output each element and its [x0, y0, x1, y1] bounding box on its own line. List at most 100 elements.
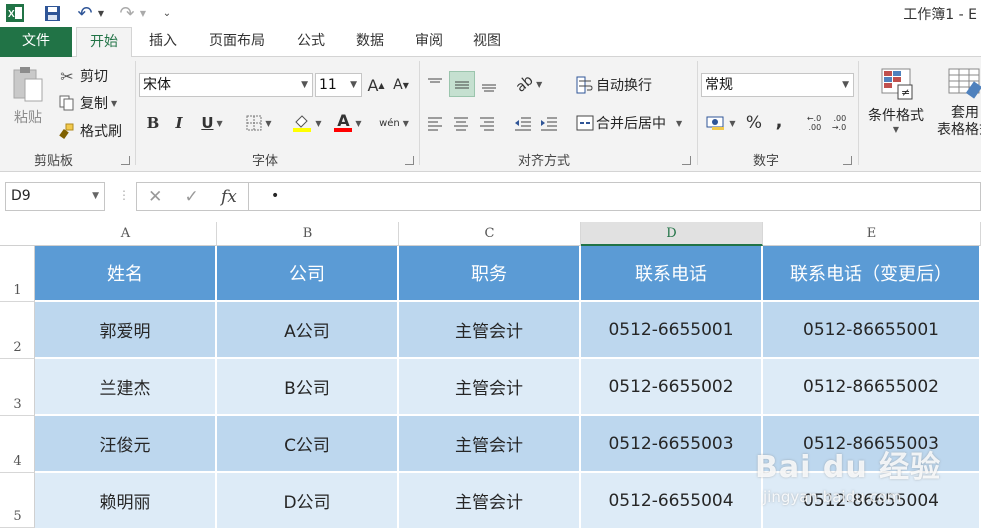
header-cell-phone-new[interactable]: 联系电话（变更后） [763, 246, 981, 302]
table-cell[interactable]: 主管会计 [399, 302, 581, 359]
currency-icon [706, 115, 726, 131]
row-header-4[interactable]: 4 [0, 416, 35, 473]
comma-style-button[interactable]: , [768, 109, 790, 133]
borders-button[interactable]: ▼ [241, 111, 277, 135]
cut-button[interactable]: ✂ 剪切 [56, 65, 108, 87]
increase-decimal-button[interactable]: ←.0 .00 [803, 111, 825, 135]
customize-toolbar-icon[interactable]: ⌄ [160, 3, 174, 23]
redo-dropdown-icon[interactable]: ▼ [138, 3, 148, 23]
header-cell-phone[interactable]: 联系电话 [581, 246, 763, 302]
align-middle-button[interactable] [449, 71, 475, 97]
decrease-decimal-button[interactable]: .00 →.0 [828, 111, 850, 135]
wrap-text-button[interactable]: 自动换行 [574, 73, 652, 97]
align-center-button[interactable] [449, 111, 473, 135]
tab-page-layout[interactable]: 页面布局 [198, 27, 276, 57]
number-format-select[interactable]: 常规 ▼ [701, 73, 854, 97]
group-divider [419, 61, 420, 165]
table-cell[interactable]: 0512-6655003 [581, 416, 763, 473]
wrap-text-icon [574, 76, 596, 94]
paste-button[interactable]: 粘贴 [8, 65, 48, 139]
header-cell-name[interactable]: 姓名 [35, 246, 217, 302]
percent-button[interactable]: % [743, 111, 765, 135]
font-color-button[interactable]: A ▼ [329, 111, 367, 135]
table-cell[interactable]: 0512-86655001 [763, 302, 981, 359]
align-right-button[interactable] [475, 111, 499, 135]
table-cell[interactable]: 兰建杰 [35, 359, 217, 416]
font-size-select[interactable]: 11 ▼ [315, 73, 362, 97]
align-top-button[interactable] [423, 71, 447, 97]
table-cell[interactable]: 赖明丽 [35, 473, 217, 528]
merge-center-button[interactable]: 合并后居中 ▼ [574, 111, 682, 135]
cancel-icon[interactable]: ✕ [148, 187, 162, 207]
table-cell[interactable]: D公司 [217, 473, 399, 528]
column-header-a[interactable]: A [35, 222, 217, 246]
header-cell-company[interactable]: 公司 [217, 246, 399, 302]
alignment-launcher-icon[interactable] [682, 156, 691, 165]
clipboard-launcher-icon[interactable] [121, 156, 130, 165]
redo-icon[interactable]: ↷ [116, 3, 138, 24]
table-cell[interactable]: 主管会计 [399, 473, 581, 528]
table-cell[interactable]: A公司 [217, 302, 399, 359]
table-cell[interactable]: 主管会计 [399, 416, 581, 473]
table-cell[interactable]: 0512-6655004 [581, 473, 763, 528]
conditional-format-button[interactable]: ≠ 条件格式 ▼ [862, 67, 930, 145]
tab-home[interactable]: 开始 [76, 27, 132, 58]
phonetic-button[interactable]: wén ▼ [375, 111, 413, 135]
tab-insert[interactable]: 插入 [138, 27, 188, 57]
orientation-button[interactable]: ab ▼ [511, 71, 547, 97]
table-cell[interactable]: 0512-6655002 [581, 359, 763, 416]
table-cell[interactable]: 主管会计 [399, 359, 581, 416]
table-cell[interactable]: B公司 [217, 359, 399, 416]
tab-formulas[interactable]: 公式 [286, 27, 336, 57]
decrease-indent-button[interactable] [511, 111, 535, 135]
tab-review[interactable]: 审阅 [404, 27, 454, 57]
chevron-down-icon[interactable]: ▼ [676, 119, 682, 128]
tab-data[interactable]: 数据 [345, 27, 395, 57]
confirm-icon[interactable]: ✓ [185, 187, 199, 207]
copy-button[interactable]: 复制 ▼ [56, 92, 117, 114]
font-name-select[interactable]: 宋体 ▼ [139, 73, 313, 97]
header-cell-position[interactable]: 职务 [399, 246, 581, 302]
formula-input[interactable]: • [248, 182, 981, 211]
undo-icon[interactable]: ↶ [74, 3, 96, 24]
name-box[interactable]: D9 ▼ [5, 182, 105, 211]
tab-view[interactable]: 视图 [462, 27, 512, 57]
save-icon[interactable] [40, 3, 64, 23]
table-cell[interactable]: 汪俊元 [35, 416, 217, 473]
column-header-b[interactable]: B [217, 222, 399, 246]
table-cell[interactable]: 0512-86655002 [763, 359, 981, 416]
align-bottom-button[interactable] [477, 71, 501, 97]
insert-function-icon[interactable]: fx [221, 187, 237, 207]
accounting-format-button[interactable]: ▼ [703, 111, 739, 135]
phonetic-icon: wén [379, 117, 400, 129]
table-cell[interactable]: 郭爱明 [35, 302, 217, 359]
increase-indent-button[interactable] [537, 111, 561, 135]
shrink-font-button[interactable]: A ▼ [391, 73, 411, 97]
row-header-5[interactable]: 5 [0, 473, 35, 528]
column-header-e[interactable]: E [763, 222, 981, 246]
shrink-font-icon: A [393, 77, 403, 93]
fill-color-button[interactable]: ▼ [288, 111, 326, 135]
bold-button[interactable]: B [143, 111, 163, 135]
column-header-c[interactable]: C [399, 222, 581, 246]
number-launcher-icon[interactable] [843, 156, 852, 165]
format-painter-button[interactable]: 格式刷 [56, 120, 122, 142]
chevron-down-icon: ▼ [216, 118, 223, 128]
row-header-1[interactable]: 1 [0, 246, 35, 302]
copy-dropdown-icon[interactable]: ▼ [111, 99, 117, 108]
tab-file[interactable]: 文件 [0, 27, 72, 57]
align-left-button[interactable] [423, 111, 447, 135]
font-launcher-icon[interactable] [405, 156, 414, 165]
row-header-3[interactable]: 3 [0, 359, 35, 416]
row-header-2[interactable]: 2 [0, 302, 35, 359]
clipboard-group-label: 剪贴板 [34, 154, 74, 169]
window-title: 工作簿1 - E [903, 7, 977, 23]
grow-font-button[interactable]: A ▲ [366, 73, 386, 97]
italic-button[interactable]: I [169, 111, 189, 135]
underline-button[interactable]: U ▼ [194, 111, 230, 135]
table-cell[interactable]: 0512-6655001 [581, 302, 763, 359]
format-as-table-button[interactable]: 套用 表格格式 [930, 67, 981, 145]
undo-dropdown-icon[interactable]: ▼ [96, 3, 106, 23]
column-header-d[interactable]: D [581, 222, 763, 246]
table-cell[interactable]: C公司 [217, 416, 399, 473]
